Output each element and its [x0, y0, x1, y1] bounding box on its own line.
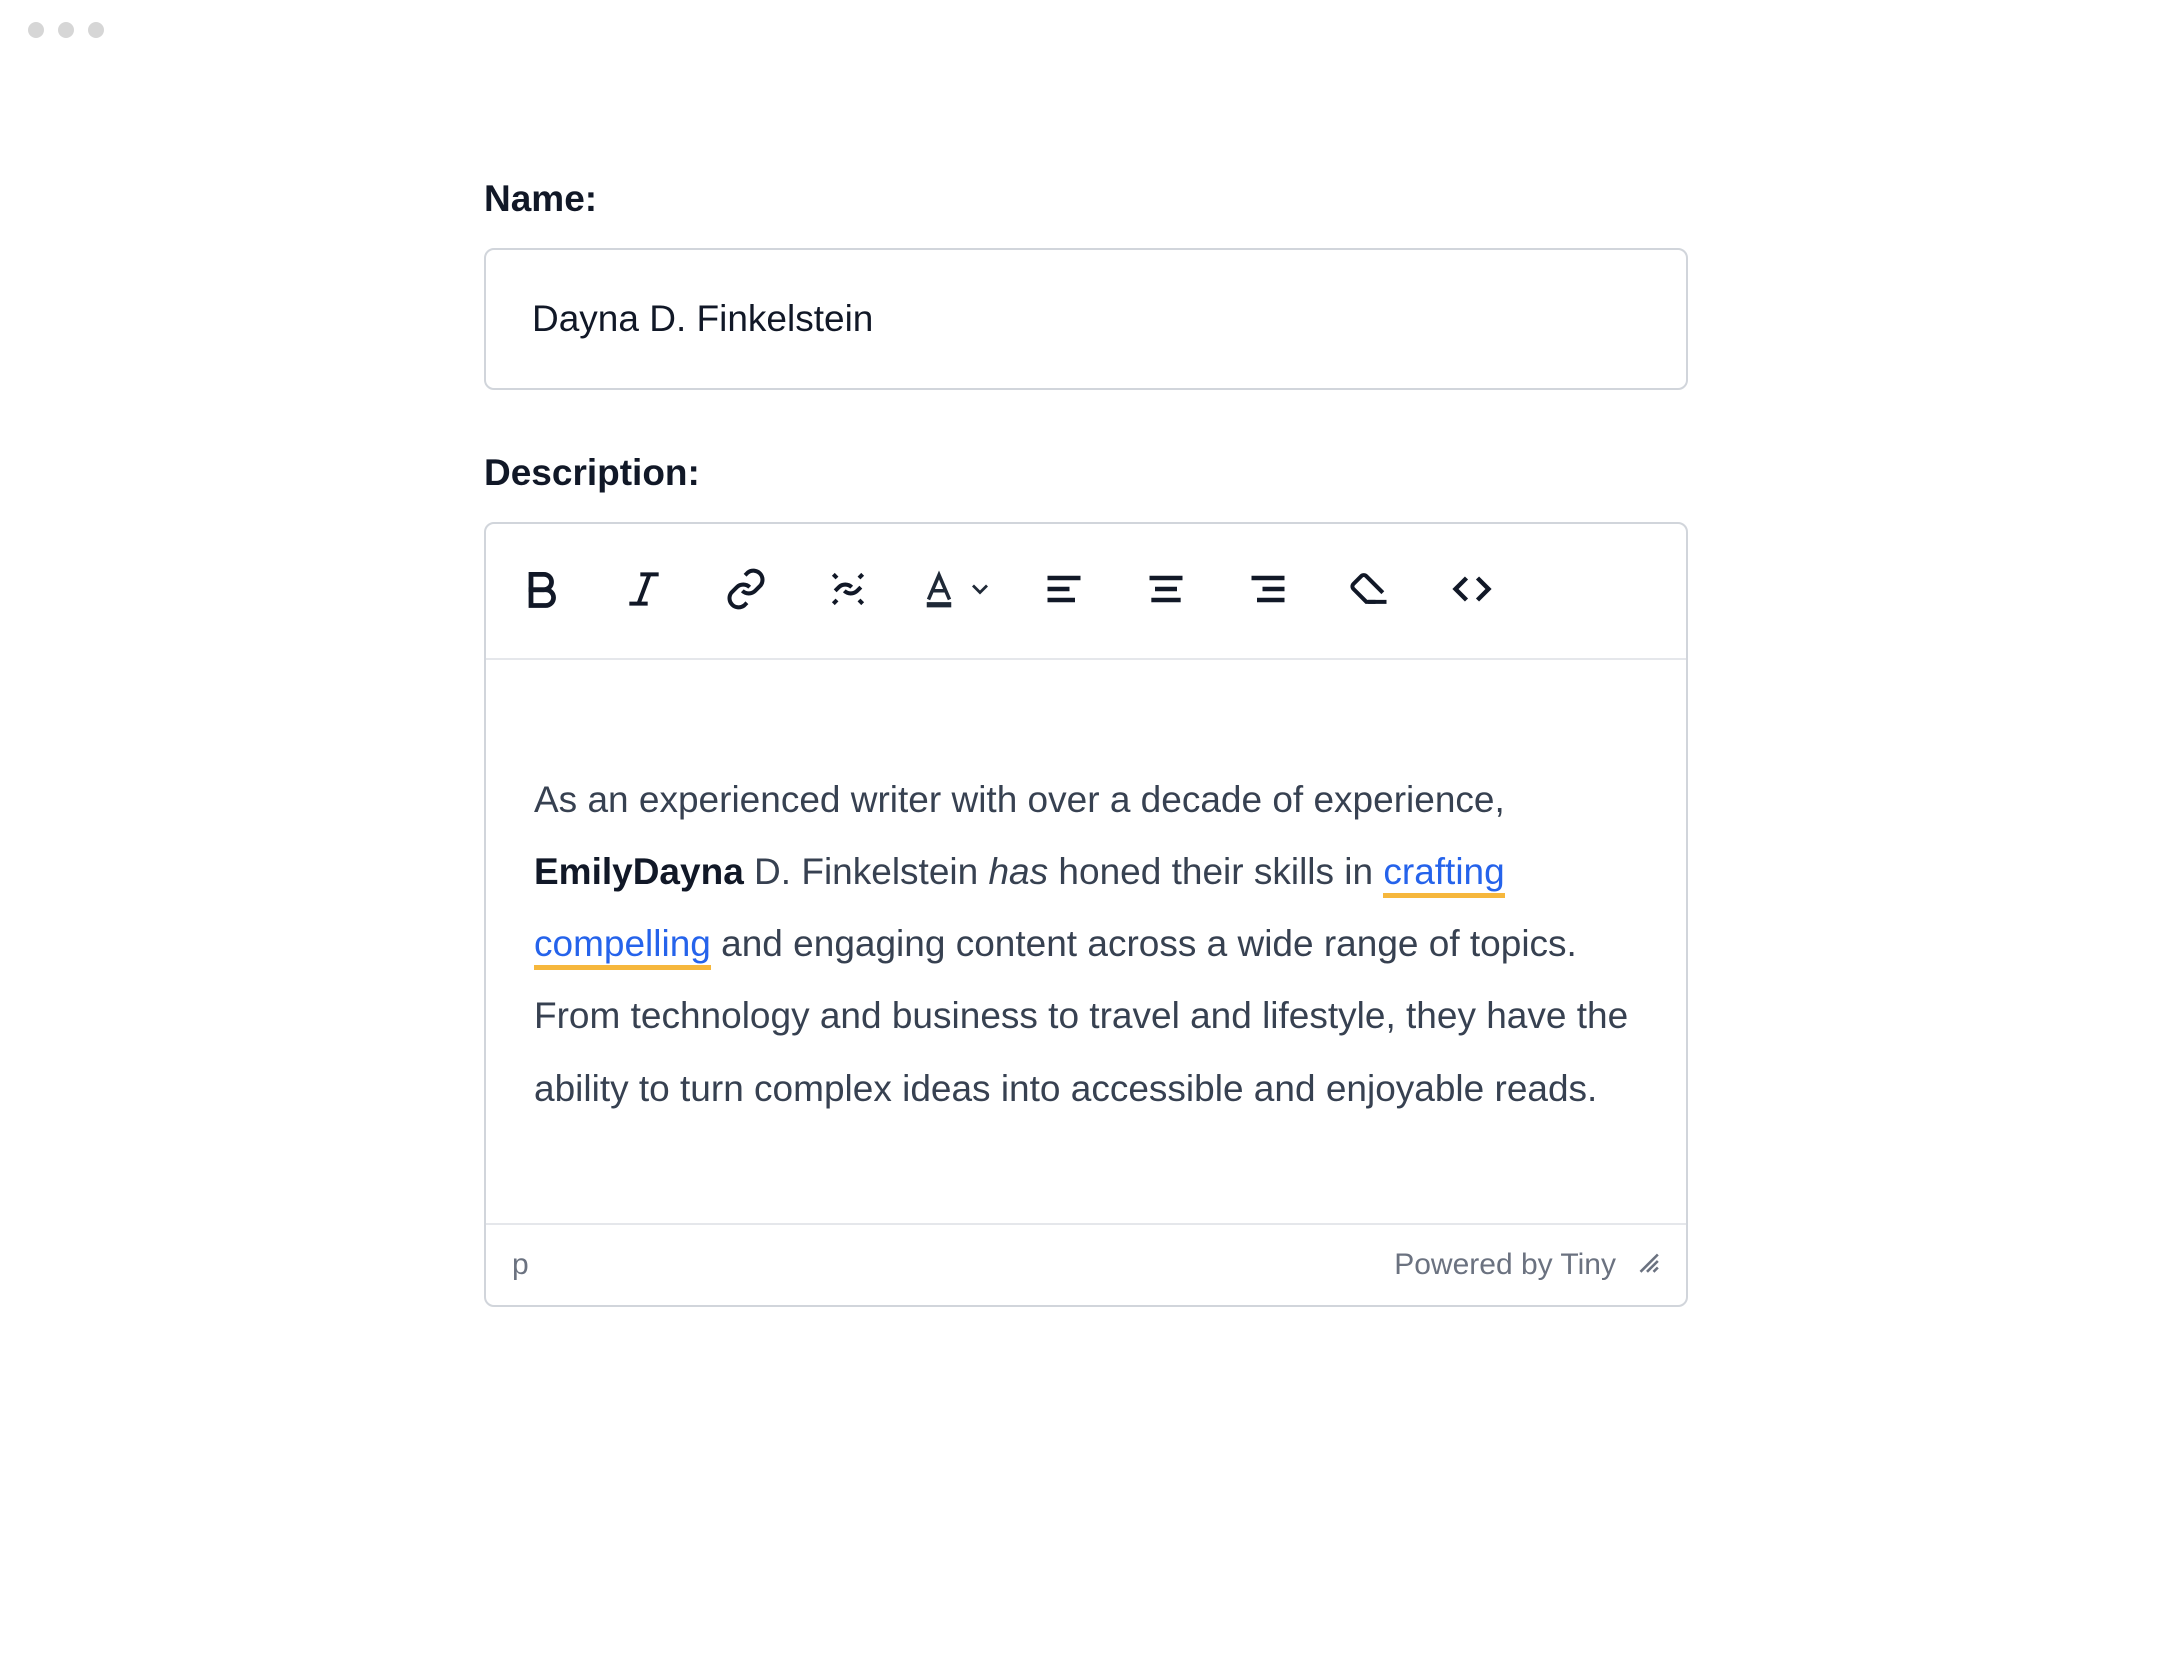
align-left-icon	[1042, 567, 1086, 616]
name-input-value: Dayna D. Finkelstein	[532, 298, 873, 340]
bold-text: EmilyDayna	[534, 851, 744, 892]
rich-text-editor: As an experienced writer with over a dec…	[484, 522, 1688, 1307]
window-dot	[58, 22, 74, 38]
bold-icon	[520, 567, 564, 616]
window-dot	[88, 22, 104, 38]
resize-handle-icon[interactable]	[1634, 1248, 1660, 1282]
align-left-button[interactable]	[1032, 559, 1096, 623]
description-paragraph: As an experienced writer with over a dec…	[534, 764, 1638, 1125]
description-label: Description:	[484, 452, 1688, 494]
code-icon	[1450, 567, 1494, 616]
editor-statusbar: p Powered by Tiny	[486, 1223, 1686, 1305]
text-color-icon	[918, 568, 960, 615]
italic-icon	[622, 567, 666, 616]
chevron-down-icon	[966, 575, 994, 608]
name-label: Name:	[484, 178, 1688, 220]
text-segment: D. Finkelstein	[744, 851, 989, 892]
italic-text: has	[988, 851, 1048, 892]
align-right-button[interactable]	[1236, 559, 1300, 623]
italic-button[interactable]	[612, 559, 676, 623]
align-right-icon	[1246, 567, 1290, 616]
powered-by-label[interactable]: Powered by Tiny	[1394, 1248, 1616, 1282]
name-input[interactable]: Dayna D. Finkelstein	[484, 248, 1688, 390]
code-button[interactable]	[1440, 559, 1504, 623]
bold-button[interactable]	[510, 559, 574, 623]
unlink-button[interactable]	[816, 559, 880, 623]
element-path[interactable]: p	[512, 1248, 529, 1282]
window-traffic-lights	[28, 22, 104, 38]
link-icon	[724, 567, 768, 616]
eraser-icon	[1348, 567, 1392, 616]
text-segment: As an experienced writer with over a dec…	[534, 779, 1505, 820]
unlink-icon	[826, 567, 870, 616]
align-center-icon	[1144, 567, 1188, 616]
editor-toolbar	[486, 524, 1686, 660]
editor-content-area[interactable]: As an experienced writer with over a dec…	[486, 660, 1686, 1223]
text-segment: honed their skills in	[1048, 851, 1383, 892]
text-color-button[interactable]	[918, 568, 994, 615]
link-button[interactable]	[714, 559, 778, 623]
window-dot	[28, 22, 44, 38]
align-center-button[interactable]	[1134, 559, 1198, 623]
clear-formatting-button[interactable]	[1338, 559, 1402, 623]
